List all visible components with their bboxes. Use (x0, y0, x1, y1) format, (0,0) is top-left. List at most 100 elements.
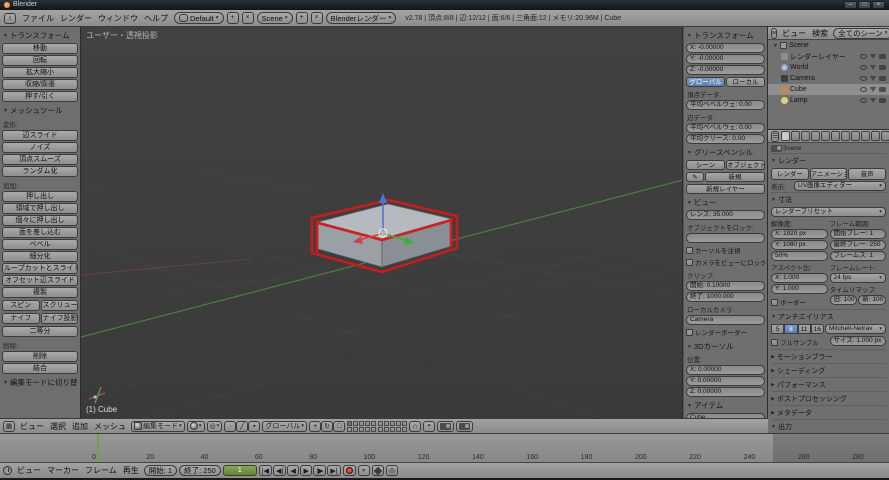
properties-tab[interactable] (791, 131, 800, 141)
properties-tab[interactable] (811, 131, 820, 141)
menu-item[interactable]: ビュー (14, 465, 44, 476)
delete-layout-button[interactable]: × (242, 12, 254, 24)
playback-button[interactable]: ◀| (273, 465, 286, 476)
select-mode-button[interactable]: · (224, 421, 236, 432)
lens-field[interactable]: レンズ: 35.000 (686, 210, 765, 220)
outliner-item[interactable]: レンダーレイヤー (768, 51, 889, 62)
number-field[interactable]: X: 1.000 (771, 273, 828, 283)
number-field[interactable]: X: 0.00000 (686, 365, 765, 375)
render-opengl-button[interactable] (437, 421, 454, 432)
add-scene-button[interactable]: + (296, 12, 308, 24)
menu-item[interactable]: フレーム (82, 465, 120, 476)
tool-button[interactable]: スピン (2, 300, 40, 311)
frame-start-field[interactable]: 開始: 1 (144, 465, 177, 476)
number-field[interactable]: X: 1920 px (771, 229, 828, 239)
3d-viewport[interactable]: ユーザー・透視投影 (1) Cube (81, 27, 683, 418)
number-field[interactable]: Z: -0.00000 (686, 65, 765, 75)
visibility-toggles[interactable] (860, 76, 886, 81)
menu-item[interactable]: マーカー (44, 465, 82, 476)
tool-button[interactable]: 押す/引く (2, 91, 78, 102)
tool-button[interactable]: 細分化 (2, 251, 78, 262)
panel-header-collapsed[interactable]: ▶ポストプロセッシング (771, 391, 886, 405)
local-camera-field[interactable]: Camera (686, 315, 765, 325)
visibility-toggles[interactable] (860, 98, 886, 103)
tool-button[interactable]: 拡大縮小 (2, 67, 78, 78)
render-presets-selector[interactable]: レンダープリセット▾ (771, 207, 886, 217)
tool-button[interactable]: ループカットとスライド (2, 263, 78, 274)
mode-selector[interactable]: 編集モード▾ (131, 421, 185, 432)
menu-item[interactable]: ウィンドウ (95, 13, 141, 24)
tool-button[interactable]: 回転 (2, 55, 78, 66)
current-frame-field[interactable]: 1 (223, 465, 257, 476)
menu-item[interactable]: 選択 (47, 421, 69, 432)
panel-header-collapsed[interactable]: ▶パフォーマンス (771, 377, 886, 391)
number-field[interactable]: Y: 1.000 (771, 284, 828, 294)
lock-camera-checkbox[interactable]: カメラをビューにロック (686, 257, 765, 267)
properties-tab[interactable] (861, 131, 870, 141)
orientation-selector[interactable]: グローバル▾ (262, 421, 307, 432)
number-field[interactable]: 新: 100 (858, 295, 886, 305)
aa-samples-button[interactable]: 16 (811, 324, 824, 334)
snap-magnet-button[interactable]: ∩ (409, 421, 421, 432)
collapse-triangle-icon[interactable]: ▼ (773, 43, 778, 49)
playback-button[interactable]: |▶ (313, 465, 326, 476)
number-field[interactable]: X: -0.00000 (686, 43, 765, 53)
outliner-item[interactable]: Lamp (768, 95, 889, 106)
render-button[interactable]: レンダー (771, 168, 809, 180)
gp-draw-icon[interactable]: ✎ (686, 172, 704, 182)
display-filter-selector[interactable]: 全てのシーン▾ (833, 28, 889, 39)
manipulator-toggle[interactable]: ↻ (321, 421, 333, 432)
aa-samples-button[interactable]: 5 (771, 324, 784, 334)
outliner-item[interactable]: World (768, 62, 889, 73)
number-field[interactable]: 50% (771, 251, 828, 261)
editor-type-icon[interactable]: ☰ (771, 131, 779, 142)
aa-samples-button[interactable]: 8 (784, 324, 797, 334)
manipulator-toggle[interactable]: + (309, 421, 321, 432)
properties-tab[interactable] (841, 131, 850, 141)
gp-source-button[interactable]: シーン (686, 160, 725, 170)
number-field[interactable]: Z: 0.00000 (686, 387, 765, 397)
keying-set-selector[interactable]: ▾ (358, 465, 370, 476)
number-field[interactable]: 平均ベベルウェ: 0.00 (686, 100, 765, 110)
playback-button[interactable]: ▶ (300, 465, 312, 476)
tool-button[interactable]: ノイズ (2, 142, 78, 153)
border-checkbox[interactable]: ボーダー (771, 297, 828, 307)
tool-button[interactable]: 押し出し (2, 191, 78, 202)
panel-header-transform[interactable]: ▼トランスフォーム (686, 28, 765, 42)
tool-button[interactable]: 辺スライド (2, 130, 78, 141)
number-field[interactable]: 平均ベベルウェ: 0.00 (686, 123, 765, 133)
panel-header-view[interactable]: ▼ビュー (686, 195, 765, 209)
aa-filter-selector[interactable]: Mitchell-Netrav▾ (825, 324, 886, 334)
add-layout-button[interactable]: + (227, 12, 239, 24)
playback-button[interactable]: ▶| (327, 465, 340, 476)
menu-item[interactable]: レンダー (57, 13, 95, 24)
menu-item[interactable]: ビュー (17, 421, 47, 432)
properties-tab[interactable] (831, 131, 840, 141)
aa-samples-button[interactable]: 11 (798, 324, 811, 334)
panel-header-footer[interactable]: ▼編集モードに切り替え (2, 375, 78, 389)
snap-element-selector[interactable]: ▾ (423, 421, 435, 432)
menu-item[interactable]: ファイル (19, 13, 57, 24)
visibility-toggles[interactable] (860, 65, 886, 70)
tool-button[interactable]: ナイフ投影 (41, 313, 79, 324)
panel-header-item[interactable]: ▼アイテム (686, 398, 765, 412)
lock-object-field[interactable] (686, 233, 765, 243)
panel-header-mesh-tools[interactable]: ▼メッシュツール (2, 103, 78, 117)
panel-header-dimensions[interactable]: ▼寸法 (771, 192, 886, 206)
number-field[interactable]: 開始フレー: 1 (830, 229, 887, 239)
panel-header-collapsed[interactable]: ▶シェーディング (771, 363, 886, 377)
render-engine-selector[interactable]: Blenderレンダー▾ (326, 12, 397, 24)
screen-layout-selector[interactable]: Default▾ (174, 12, 224, 24)
minimize-button[interactable]: – (844, 1, 857, 9)
editor-type-icon[interactable]: ≡ (771, 28, 777, 39)
timeline-track[interactable]: 020406080100120140160180200220240260280 (0, 433, 889, 462)
render-display-selector[interactable]: UV画像エディター▾ (794, 181, 886, 191)
menu-item[interactable]: メッシュ (91, 421, 129, 432)
number-field[interactable]: 旧: 100 (830, 295, 858, 305)
number-field[interactable]: 開始: 0.10000 (686, 281, 765, 291)
editor-type-icon[interactable]: ▦ (3, 421, 15, 432)
panel-header-output[interactable]: ▼出力 (771, 419, 886, 433)
gp-new-layer-button[interactable]: 新規レイヤー (686, 184, 765, 194)
tool-button[interactable]: 削除 (2, 351, 78, 362)
menu-item[interactable]: 追加 (69, 421, 91, 432)
